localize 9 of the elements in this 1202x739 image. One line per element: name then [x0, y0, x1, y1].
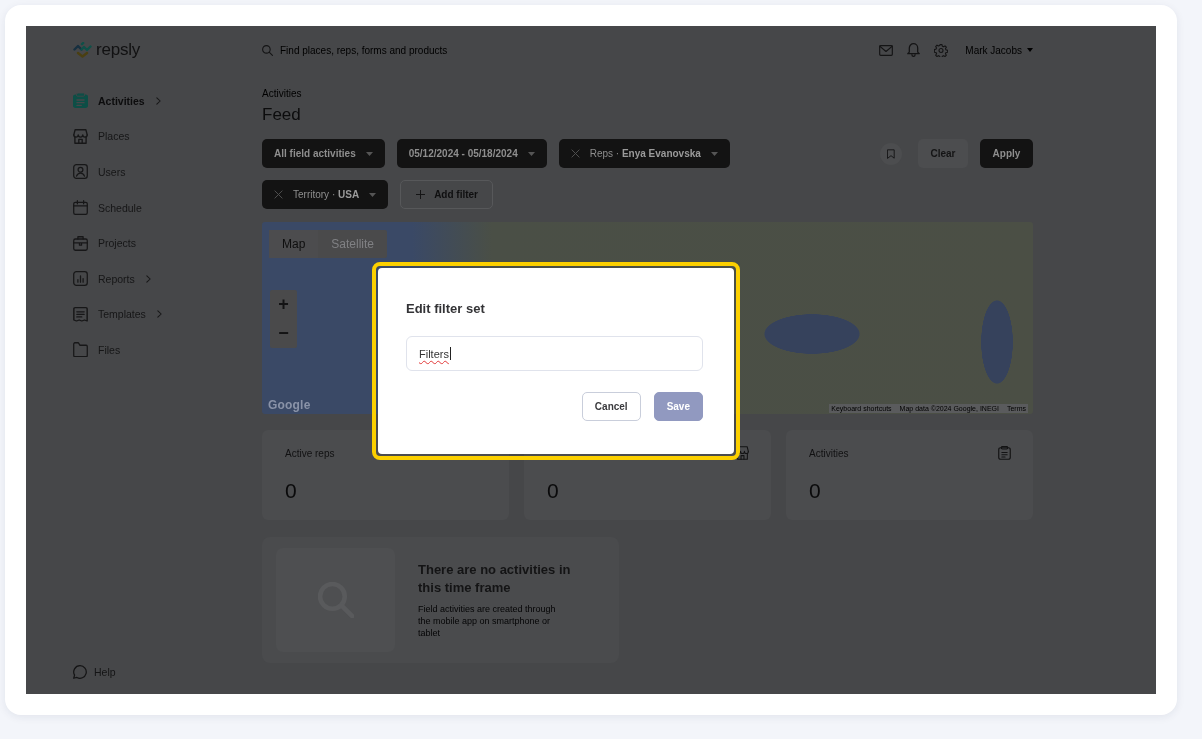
map-logo: Google: [268, 398, 311, 412]
stat-value: 0: [809, 479, 821, 503]
stat-value: 0: [547, 479, 559, 503]
page-title: Feed: [262, 104, 301, 126]
stat-value: 0: [285, 479, 297, 503]
dialog-title: Edit filter set: [406, 300, 485, 318]
logo-text: repsly: [96, 40, 141, 60]
empty-state-title: There are no activities in this time frame: [418, 561, 572, 597]
stat-label: Activities: [809, 447, 849, 459]
